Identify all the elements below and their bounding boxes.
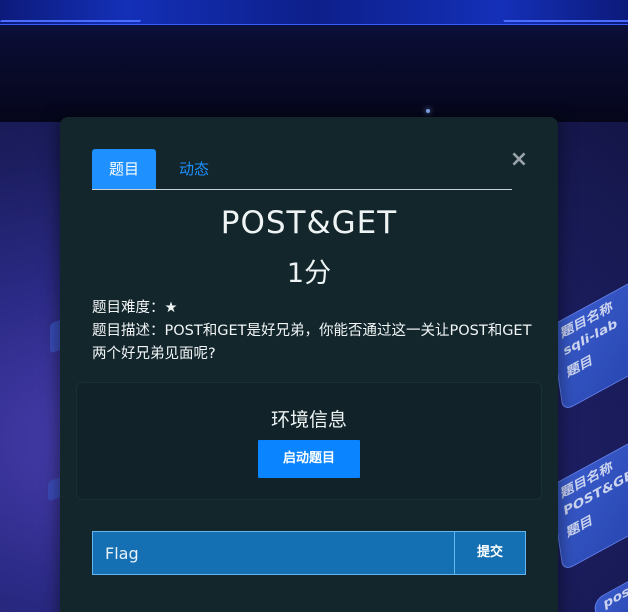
- challenge-meta: 题目难度：★ 题目描述：POST和GET是好兄弟，你能否通过这一关让POST和G…: [92, 297, 532, 366]
- flag-submit-row: 提交: [92, 531, 526, 575]
- start-challenge-button[interactable]: 启动题目: [258, 440, 360, 478]
- difficulty-star-icon: ★: [164, 300, 178, 316]
- banner-frame-right: [491, 0, 628, 22]
- challenge-modal: × 题目 动态 POST&GET 1分 题目难度：★ 题目描述：POST和GET…: [60, 117, 558, 612]
- difficulty-label: 题目难度：: [92, 300, 165, 316]
- difficulty-row: 题目难度：★: [92, 297, 532, 320]
- flag-input[interactable]: [92, 531, 454, 575]
- challenge-title: POST&GET: [220, 205, 398, 241]
- tab-bar: 题目 动态: [92, 149, 512, 190]
- description-row: 题目描述：POST和GET是好兄弟，你能否通过这一关让POST和GET两个好兄弟…: [92, 320, 532, 366]
- environment-title: 环境信息: [270, 409, 347, 431]
- challenge-score: 1分: [286, 258, 332, 289]
- submit-flag-button[interactable]: 提交: [454, 531, 526, 575]
- banner-frame-left: [0, 0, 153, 22]
- background-banner: [0, 0, 628, 25]
- tab-activity[interactable]: 动态: [164, 149, 224, 189]
- close-icon[interactable]: ×: [509, 149, 529, 171]
- page: 题目名称 sqli-lab 题目 题目名称 POST&GET 题目 pos × …: [0, 0, 628, 612]
- description-label: 题目描述：: [92, 323, 165, 339]
- environment-panel: 环境信息 启动题目: [76, 382, 542, 500]
- star-sparkle-icon: [426, 109, 430, 113]
- tab-challenge[interactable]: 题目: [92, 149, 156, 189]
